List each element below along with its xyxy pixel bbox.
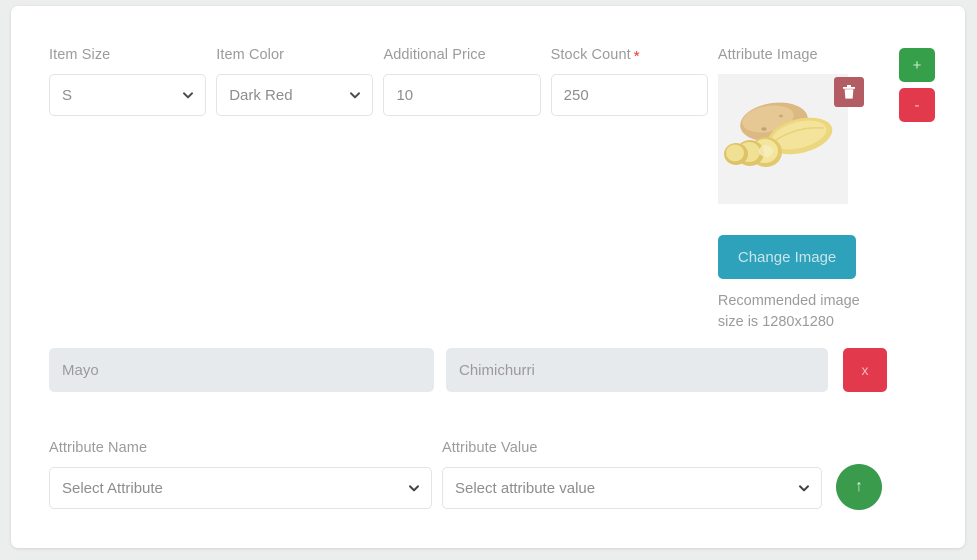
additional-price-group: Additional Price 10 bbox=[383, 47, 541, 116]
additional-price-value: 10 bbox=[396, 86, 414, 104]
item-size-select[interactable]: S bbox=[49, 74, 207, 116]
item-color-value: Dark Red bbox=[229, 86, 293, 104]
item-size-label: Item Size bbox=[49, 47, 111, 63]
attribute-value-group: Attribute Value Select attribute value bbox=[442, 440, 822, 509]
chevron-down-icon bbox=[350, 92, 361, 99]
attribute-pair-name-value: Mayo bbox=[62, 361, 99, 379]
stock-count-input[interactable]: 250 bbox=[550, 74, 708, 116]
chevron-down-icon bbox=[799, 485, 809, 492]
attribute-image-label: Attribute Image bbox=[717, 47, 818, 63]
trash-icon bbox=[842, 85, 855, 99]
change-image-button[interactable]: Change Image bbox=[717, 235, 857, 279]
attribute-image-preview bbox=[717, 74, 864, 204]
attribute-value-value: Select attribute value bbox=[455, 479, 596, 497]
attribute-name-select[interactable]: Select Attribute bbox=[49, 467, 432, 509]
chevron-down-icon bbox=[409, 485, 419, 492]
attribute-pair-name-group: Mayo bbox=[49, 348, 434, 392]
item-color-group: Item Color Dark Red bbox=[216, 47, 374, 116]
variant-fields-row: Item Size S Item Color Dark Red Addition… bbox=[49, 47, 889, 333]
potato-thumbnail bbox=[717, 74, 848, 204]
row-controls: + - bbox=[899, 48, 935, 122]
additional-price-input[interactable]: 10 bbox=[383, 74, 541, 116]
attribute-name-group: Attribute Name Select Attribute bbox=[49, 440, 432, 509]
submit-attribute-button[interactable]: ↑ bbox=[836, 464, 882, 510]
attribute-image-group: Attribute Image Change Image Recommended… bbox=[717, 47, 889, 333]
attribute-variant-card: Item Size S Item Color Dark Red Addition… bbox=[11, 6, 965, 548]
attribute-pair-name-input[interactable]: Mayo bbox=[49, 348, 434, 392]
remove-attribute-pair-button[interactable]: x bbox=[843, 348, 887, 392]
add-row-button[interactable]: + bbox=[899, 48, 935, 82]
attribute-name-label: Attribute Name bbox=[49, 440, 148, 456]
attribute-value-select[interactable]: Select attribute value bbox=[442, 467, 822, 509]
chevron-down-icon bbox=[183, 92, 194, 99]
attribute-name-value: Select Attribute bbox=[62, 479, 163, 497]
attribute-value-label: Attribute Value bbox=[442, 440, 538, 456]
stock-count-value: 250 bbox=[563, 86, 589, 104]
attribute-pair-value-group: Chimichurri bbox=[446, 348, 828, 392]
attribute-pair-row: Mayo Chimichurri x bbox=[49, 348, 949, 392]
remove-row-button[interactable]: - bbox=[899, 88, 935, 122]
additional-price-label: Additional Price bbox=[383, 47, 486, 63]
attribute-pair-value-input[interactable]: Chimichurri bbox=[446, 348, 828, 392]
attribute-picker-row: Attribute Name Select Attribute Attribut… bbox=[49, 440, 949, 510]
stock-count-label-text: Stock Count bbox=[550, 47, 631, 63]
item-color-label: Item Color bbox=[216, 47, 285, 63]
stock-count-group: Stock Count * 250 bbox=[550, 47, 708, 116]
attribute-pair-value-value: Chimichurri bbox=[459, 361, 535, 379]
image-size-recommendation: Recommended image size is 1280x1280 bbox=[717, 293, 860, 330]
stock-count-label: Stock Count * bbox=[551, 47, 708, 64]
delete-image-button[interactable] bbox=[833, 77, 864, 107]
item-color-select[interactable]: Dark Red bbox=[216, 74, 374, 116]
required-marker: * bbox=[633, 48, 640, 65]
item-size-group: Item Size S bbox=[49, 47, 207, 116]
item-size-value: S bbox=[62, 86, 73, 104]
